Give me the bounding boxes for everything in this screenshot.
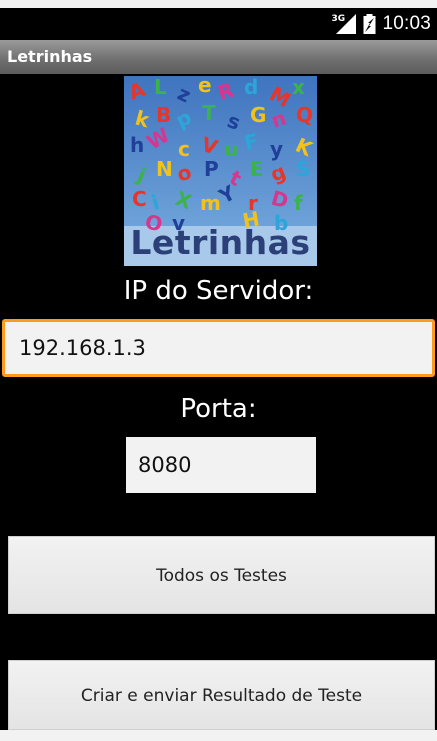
svg-text:f: f	[294, 191, 303, 215]
svg-text:L: L	[154, 76, 167, 99]
battery-icon	[363, 14, 376, 34]
ip-label: IP do Servidor:	[123, 276, 314, 306]
svg-text:h: h	[130, 133, 144, 157]
svg-text:u: u	[224, 137, 238, 161]
svg-text:x: x	[292, 76, 305, 99]
port-input[interactable]: 8080	[126, 437, 316, 493]
all-tests-button[interactable]: Todos os Testes	[8, 536, 435, 614]
logo-word: Letrinhas	[130, 223, 311, 262]
svg-text:d: d	[244, 76, 258, 99]
svg-text:N: N	[156, 157, 173, 181]
app-title-bar: Letrinhas	[0, 40, 437, 74]
create-send-result-button[interactable]: Criar e enviar Resultado de Teste	[8, 660, 435, 730]
main-content: A L z e R d M x k B p T s G n Q h W c V	[0, 74, 437, 730]
signal-icon: 3G	[331, 14, 357, 34]
svg-text:P: P	[204, 157, 219, 181]
window-frame-bottom	[0, 730, 437, 741]
clock: 10:03	[382, 13, 431, 34]
svg-text:y: y	[270, 137, 283, 161]
svg-text:Q: Q	[296, 103, 313, 127]
svg-text:T: T	[202, 101, 216, 125]
app-title: Letrinhas	[7, 47, 93, 66]
svg-text:E: E	[250, 157, 264, 181]
svg-text:C: C	[132, 187, 147, 211]
status-icons: 3G 10:03	[331, 12, 431, 36]
port-label: Porta:	[180, 394, 257, 424]
svg-text:e: e	[198, 76, 212, 97]
letrinhas-logo: A L z e R d M x k B p T s G n Q h W c V	[124, 76, 317, 266]
svg-text:m: m	[200, 191, 221, 215]
svg-text:S: S	[296, 157, 310, 181]
status-bar: 3G 10:03	[0, 8, 437, 40]
svg-text:G: G	[250, 103, 266, 127]
svg-text:c: c	[178, 137, 190, 161]
window-frame-top	[0, 0, 437, 8]
ip-input[interactable]: 192.168.1.3	[2, 319, 435, 377]
